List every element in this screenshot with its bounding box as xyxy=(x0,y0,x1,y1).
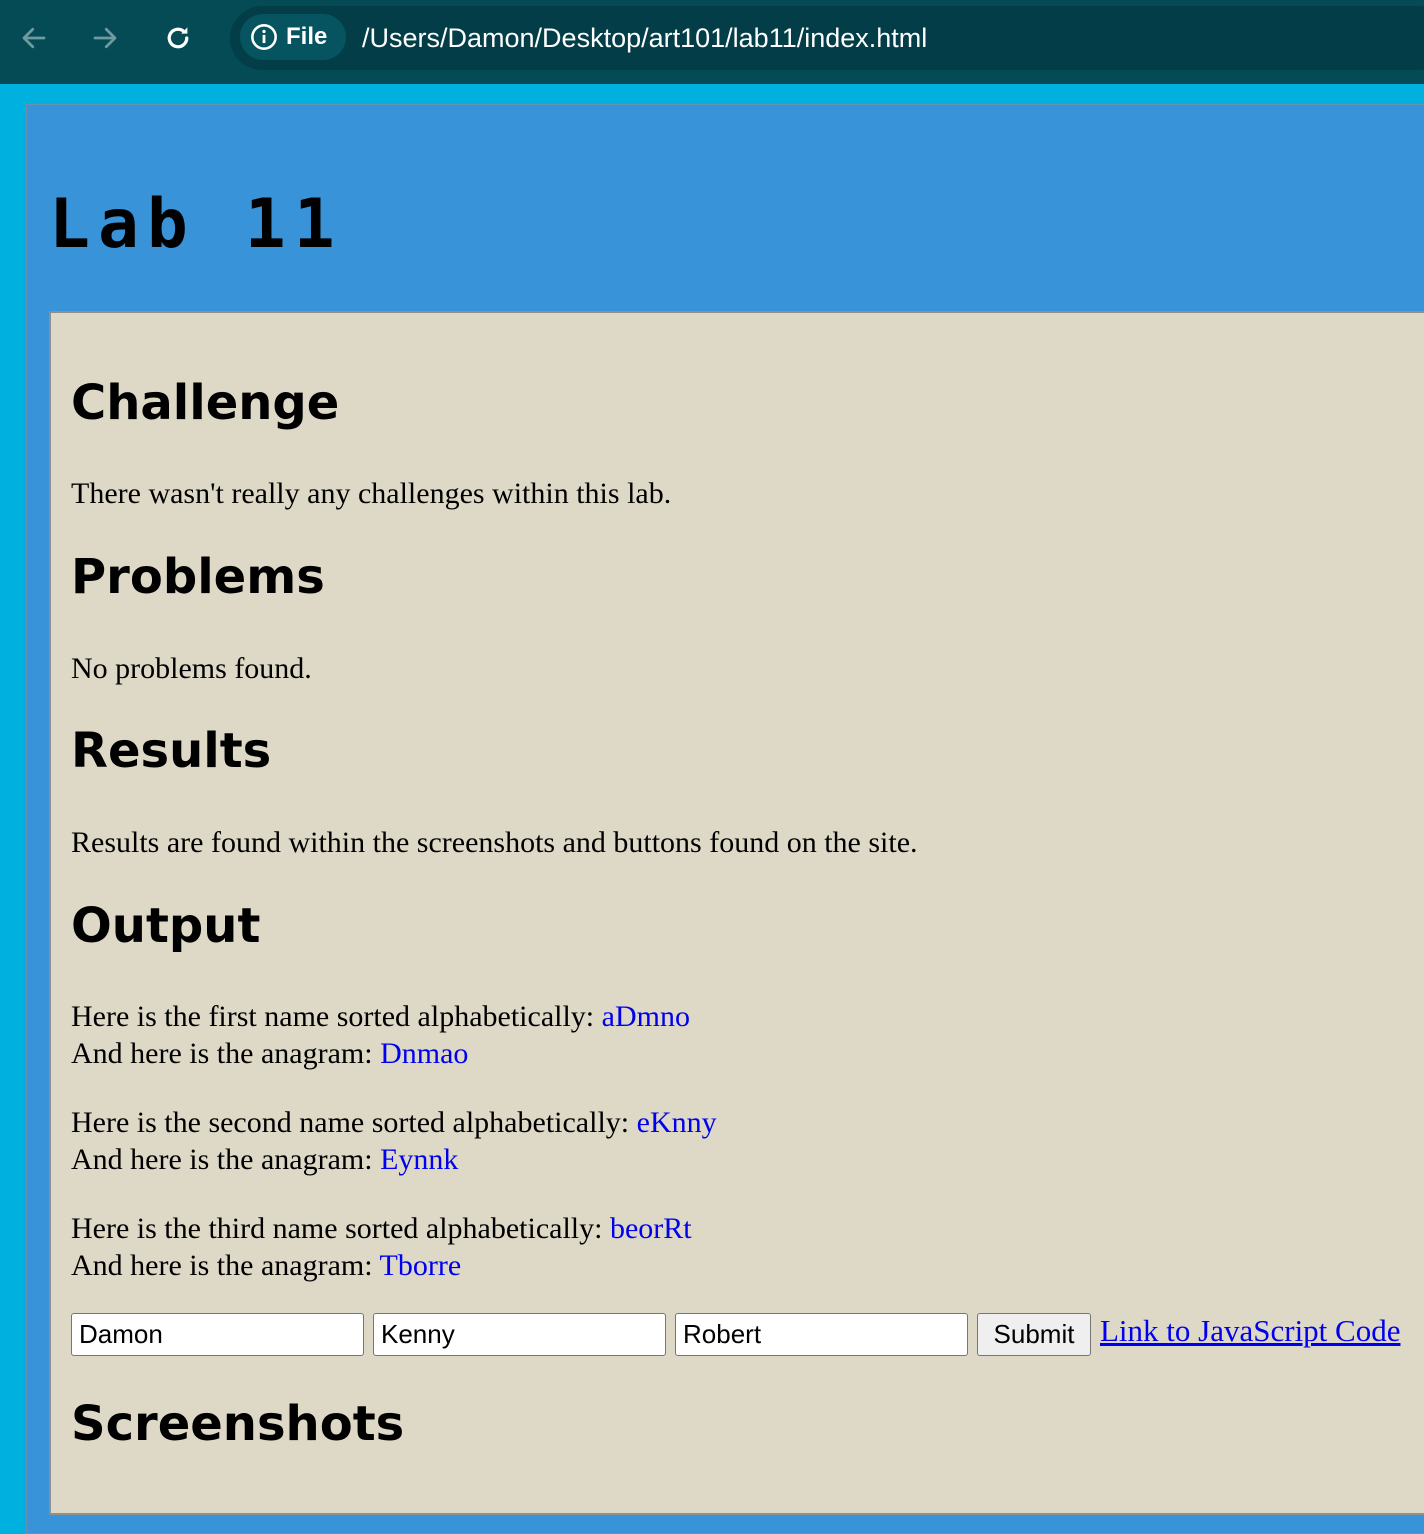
reload-icon xyxy=(167,27,189,49)
first-name-input[interactable] xyxy=(71,1313,364,1356)
challenge-heading: Challenge xyxy=(71,375,340,431)
results-text: Results are found within the screenshots… xyxy=(71,826,918,859)
sorted-label: Here is the second name sorted alphabeti… xyxy=(71,1106,637,1139)
output-entry-2: Here is the second name sorted alphabeti… xyxy=(71,1104,717,1178)
second-name-input[interactable] xyxy=(373,1313,666,1356)
content-panel: Challenge There wasn't really any challe… xyxy=(49,311,1424,1515)
site-info-chip[interactable]: File xyxy=(240,14,346,60)
back-button[interactable] xyxy=(10,14,58,62)
sorted-label: Here is the third name sorted alphabetic… xyxy=(71,1212,610,1245)
page-body: Lab 11 Challenge There wasn't really any… xyxy=(26,104,1424,1534)
browser-toolbar: File /Users/Damon/Desktop/art101/lab11/i… xyxy=(0,0,1424,84)
anagram-label: And here is the anagram: xyxy=(71,1143,381,1176)
anagram-value: Tborre xyxy=(379,1249,462,1282)
url-text[interactable]: /Users/Damon/Desktop/art101/lab11/index.… xyxy=(362,23,927,54)
sorted-value: aDmno xyxy=(601,1000,690,1033)
challenge-text: There wasn't really any challenges withi… xyxy=(71,477,672,510)
forward-button[interactable] xyxy=(81,14,129,62)
anagram-label: And here is the anagram: xyxy=(71,1037,381,1070)
reload-button[interactable] xyxy=(154,14,202,62)
sorted-label: Here is the first name sorted alphabetic… xyxy=(71,1000,602,1033)
submit-button[interactable]: Submit xyxy=(977,1313,1091,1356)
sorted-value: beorRt xyxy=(609,1212,692,1245)
info-icon xyxy=(251,24,277,50)
anagram-value: Eynnk xyxy=(380,1143,459,1176)
address-bar[interactable]: File /Users/Damon/Desktop/art101/lab11/i… xyxy=(230,6,1424,70)
site-chip-label: File xyxy=(286,23,328,50)
output-entry-1: Here is the first name sorted alphabetic… xyxy=(71,998,690,1072)
anagram-value: Dnmao xyxy=(380,1037,469,1070)
javascript-code-link[interactable]: Link to JavaScript Code xyxy=(1100,1313,1400,1349)
output-heading: Output xyxy=(71,898,261,954)
back-arrow-icon xyxy=(22,27,46,49)
problems-heading: Problems xyxy=(71,549,325,605)
forward-arrow-icon xyxy=(93,27,117,49)
results-heading: Results xyxy=(71,723,272,779)
page-title: Lab 11 xyxy=(49,185,343,264)
sorted-value: eKnny xyxy=(636,1106,717,1139)
anagram-label: And here is the anagram: xyxy=(71,1249,380,1282)
problems-text: No problems found. xyxy=(71,652,312,685)
output-entry-3: Here is the third name sorted alphabetic… xyxy=(71,1210,692,1284)
third-name-input[interactable] xyxy=(675,1313,968,1356)
screenshots-heading: Screenshots xyxy=(71,1396,405,1452)
